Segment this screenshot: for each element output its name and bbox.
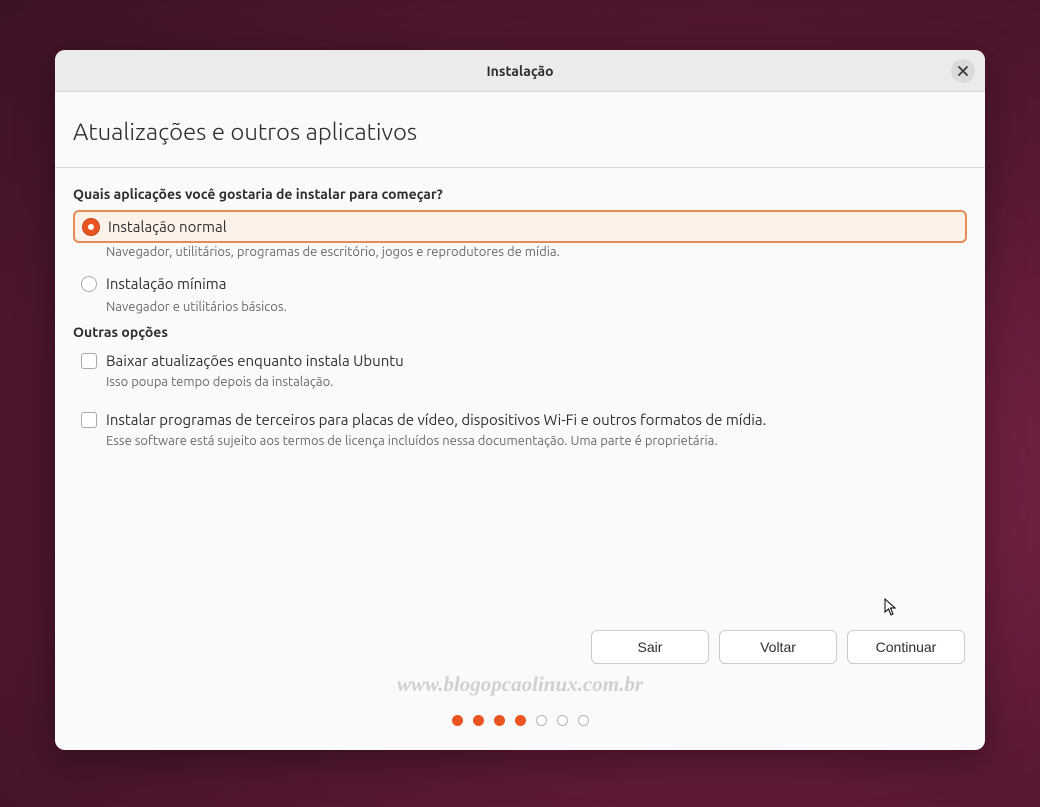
checkbox-download-updates[interactable]: Baixar atualizações enquanto instala Ubu… (73, 348, 967, 373)
watermark-text: www.blogopcaolinux.com.br (73, 672, 967, 697)
content-area: Atualizações e outros aplicativos Quais … (55, 92, 985, 750)
continue-button[interactable]: Continuar (847, 630, 965, 664)
checkbox-third-party[interactable]: Instalar programas de terceiros para pla… (73, 407, 967, 432)
installer-dialog: Instalação Atualizações e outros aplicat… (55, 50, 985, 750)
checkbox-download-desc: Isso poupa tempo depois da instalação. (106, 375, 967, 389)
progress-dot (578, 715, 589, 726)
titlebar: Instalação (55, 50, 985, 92)
radio-minimal-label: Instalação mínima (106, 275, 226, 292)
radio-icon (83, 219, 99, 235)
button-row: Sair Voltar Continuar (73, 630, 967, 664)
progress-dot (557, 715, 568, 726)
close-icon (958, 64, 968, 79)
radio-normal-desc: Navegador, utilitários, programas de esc… (106, 245, 967, 259)
progress-dot (494, 715, 505, 726)
checkbox-download-label: Baixar atualizações enquanto instala Ubu… (106, 352, 404, 369)
checkbox-icon (81, 353, 97, 369)
radio-normal-label: Instalação normal (108, 218, 227, 235)
separator (55, 167, 985, 168)
progress-dot (515, 715, 526, 726)
radio-icon (81, 276, 97, 292)
quit-button[interactable]: Sair (591, 630, 709, 664)
radio-minimal-install[interactable]: Instalação mínima (73, 269, 967, 298)
progress-dot (536, 715, 547, 726)
progress-dot (473, 715, 484, 726)
other-options-heading: Outras opções (73, 324, 967, 340)
titlebar-title: Instalação (486, 63, 553, 79)
checkbox-icon (81, 412, 97, 428)
checkbox-thirdparty-label: Instalar programas de terceiros para pla… (106, 411, 766, 428)
progress-dot (452, 715, 463, 726)
back-button[interactable]: Voltar (719, 630, 837, 664)
progress-dots (73, 715, 967, 726)
install-type-heading: Quais aplicações você gostaria de instal… (73, 186, 967, 202)
radio-normal-install[interactable]: Instalação normal (73, 210, 967, 243)
radio-minimal-desc: Navegador e utilitários básicos. (106, 300, 967, 314)
page-title: Atualizações e outros aplicativos (73, 118, 967, 145)
close-button[interactable] (951, 59, 975, 83)
checkbox-thirdparty-desc: Esse software está sujeito aos termos de… (106, 434, 967, 448)
